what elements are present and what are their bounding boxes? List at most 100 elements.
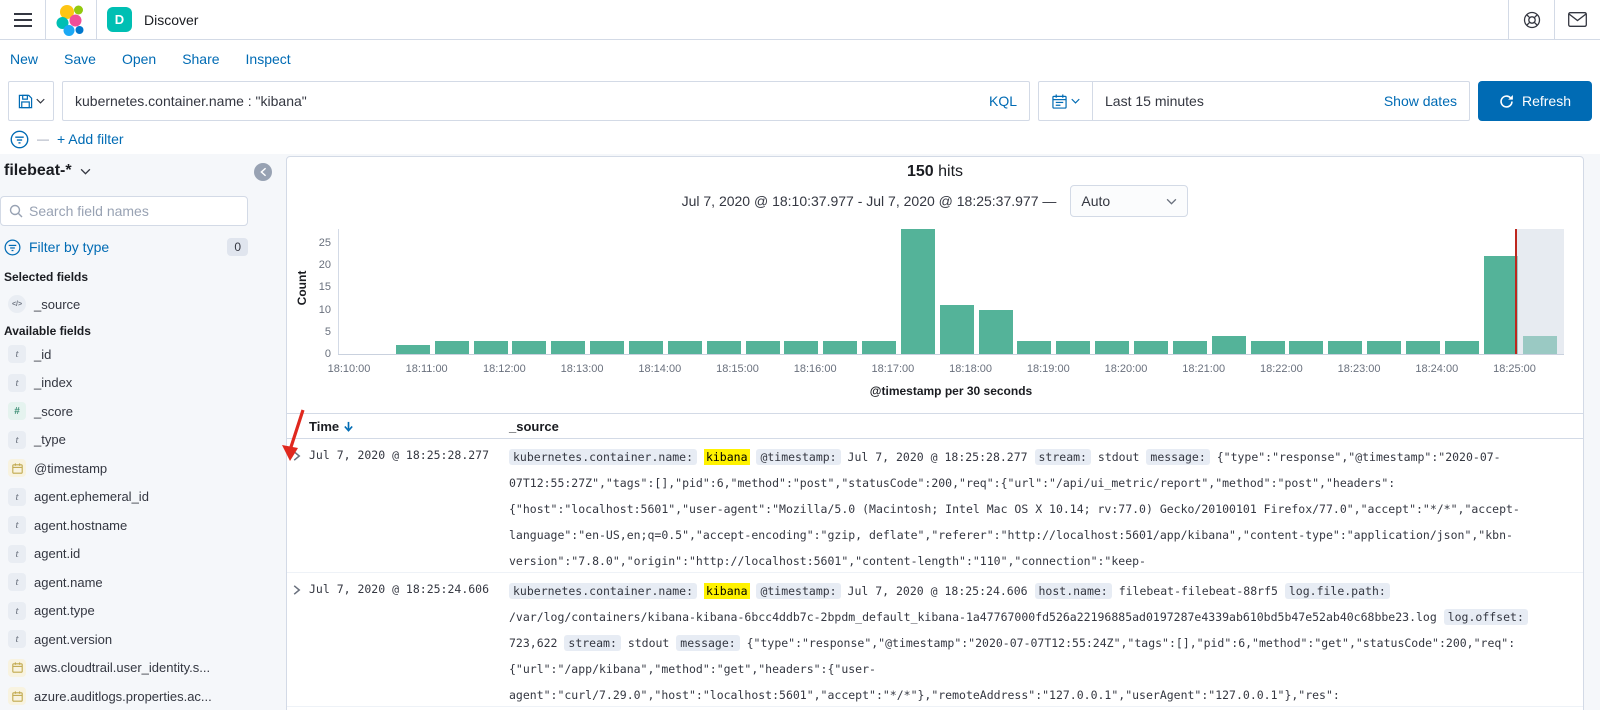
field-item-@timestamp[interactable]: @timestamp: [8, 456, 256, 480]
x-tick-label: 18:24:00: [1415, 363, 1459, 375]
source-field-badge: message:: [676, 635, 740, 651]
string-field-icon: t: [8, 601, 26, 620]
filter-menu-icon[interactable]: [10, 130, 29, 149]
histogram-bar[interactable]: [473, 340, 508, 354]
histogram-bar[interactable]: [1172, 340, 1207, 354]
date-picker-quick-menu[interactable]: [1039, 82, 1093, 120]
histogram-bar[interactable]: [628, 340, 663, 354]
source-field-badge: stream:: [1034, 449, 1091, 465]
filter-by-type-button[interactable]: Filter by type 0: [4, 238, 248, 256]
add-filter-button[interactable]: + Add filter: [57, 131, 124, 147]
menu-item-inspect[interactable]: Inspect: [246, 51, 291, 67]
histogram-bar[interactable]: [1289, 340, 1324, 354]
field-item-_type[interactable]: t _type: [8, 428, 256, 452]
histogram-bar[interactable]: [1405, 340, 1440, 354]
histogram-bar[interactable]: [551, 340, 586, 354]
field-item-agent.hostname[interactable]: t agent.hostname: [8, 513, 256, 537]
selected-fields-header: Selected fields: [4, 270, 89, 284]
sidebar-collapse-button[interactable]: [254, 163, 272, 181]
y-tick-label: 10: [318, 303, 331, 316]
histogram-bar[interactable]: [1250, 340, 1285, 354]
mail-icon: [1568, 12, 1587, 27]
menu-item-new[interactable]: New: [10, 51, 38, 67]
menu-item-save[interactable]: Save: [64, 51, 96, 67]
app-breadcrumb: D Discover: [97, 0, 208, 39]
field-item-_index[interactable]: t _index: [8, 371, 256, 395]
field-item-_score[interactable]: # _score: [8, 399, 256, 423]
histogram-bar[interactable]: [1134, 340, 1168, 354]
field-item-agent.version[interactable]: t agent.version: [8, 627, 256, 651]
x-axis-title: @timestamp per 30 seconds: [869, 384, 1033, 398]
x-tick-label: 18:21:00: [1182, 363, 1226, 375]
discover-main-panel: 150 hits Jul 7, 2020 @ 18:10:37.977 - Ju…: [282, 156, 1584, 710]
top-header: D Discover: [0, 0, 1600, 40]
field-item-agent.id[interactable]: t agent.id: [8, 542, 256, 566]
source-field-badge: stream:: [564, 635, 621, 651]
field-item-agent.ephemeral_id[interactable]: t agent.ephemeral_id: [8, 485, 256, 509]
saved-query-button[interactable]: [8, 81, 54, 121]
index-pattern-selector[interactable]: filebeat-*: [4, 162, 91, 180]
source-field-badge: host.name:: [1034, 583, 1112, 599]
histogram-bar[interactable]: [1095, 340, 1130, 354]
histogram-bar[interactable]: [745, 340, 780, 354]
histogram-bar[interactable]: [1056, 340, 1091, 354]
chevron-right-icon: [293, 451, 301, 461]
expand-row-button[interactable]: [291, 449, 302, 467]
row-source: kubernetes.container.name: kibana @times…: [509, 444, 1575, 574]
field-item-_source[interactable]: </> _source: [8, 292, 256, 316]
string-field-icon: t: [8, 573, 26, 591]
number-field-icon: #: [8, 402, 26, 420]
column-header-time[interactable]: Time: [309, 419, 354, 434]
refresh-icon: [1500, 94, 1513, 108]
source-value: 723,622: [509, 636, 558, 650]
histogram-bar[interactable]: [706, 340, 741, 354]
histogram-bar[interactable]: [512, 340, 547, 354]
field-item-aws.cloudtrail.user_identity.s...[interactable]: aws.cloudtrail.user_identity.s...: [8, 656, 256, 680]
menu-item-open[interactable]: Open: [122, 51, 156, 67]
histogram-bar[interactable]: [1017, 340, 1052, 354]
y-tick-label: 20: [318, 259, 331, 271]
field-name: azure.auditlogs.properties.ac...: [34, 688, 212, 704]
time-range-value[interactable]: Last 15 minutes: [1093, 93, 1384, 109]
source-field-icon: </>: [8, 295, 26, 313]
menu-hamburger-button[interactable]: [0, 0, 46, 39]
query-language-button[interactable]: KQL: [979, 93, 1017, 109]
histogram-bar[interactable]: [1367, 340, 1402, 354]
histogram-bar[interactable]: [900, 229, 935, 354]
hamburger-icon: [13, 12, 32, 27]
histogram-bar[interactable]: [1483, 256, 1518, 354]
histogram-bar[interactable]: [862, 340, 897, 354]
field-item-agent.type[interactable]: t agent.type: [8, 599, 256, 623]
help-button[interactable]: [1508, 0, 1554, 39]
histogram-bar[interactable]: [434, 340, 469, 354]
query-input[interactable]: [75, 93, 979, 109]
field-search-input[interactable]: [29, 203, 239, 219]
expand-row-button[interactable]: [291, 583, 302, 601]
histogram-bar[interactable]: [395, 345, 430, 354]
histogram-interval-select[interactable]: Auto: [1070, 185, 1189, 217]
histogram-bar[interactable]: [784, 340, 819, 354]
histogram-bar[interactable]: [939, 305, 974, 354]
histogram-bar[interactable]: [823, 340, 858, 354]
filter-count-badge: 0: [227, 238, 248, 256]
save-icon: [18, 94, 32, 108]
newsfeed-button[interactable]: [1554, 0, 1600, 39]
elastic-logo[interactable]: [46, 0, 97, 39]
field-item-_id[interactable]: t _id: [8, 342, 256, 366]
histogram-bar[interactable]: [978, 309, 1013, 354]
string-field-icon: t: [8, 373, 26, 392]
histogram-bar[interactable]: [590, 340, 625, 354]
histogram-bar[interactable]: [667, 340, 702, 354]
histogram-bar[interactable]: [1328, 340, 1363, 354]
menu-item-share[interactable]: Share: [182, 51, 219, 67]
histogram-bar[interactable]: [1211, 336, 1246, 354]
documents-table-body: Jul 7, 2020 @ 18:25:28.277 kubernetes.con…: [287, 439, 1583, 707]
content-area: filebeat-* Filter by type 0 Selected fie…: [0, 154, 1600, 710]
show-dates-button[interactable]: Show dates: [1384, 93, 1469, 109]
field-item-azure.auditlogs.properties.ac...[interactable]: azure.auditlogs.properties.ac...: [8, 684, 256, 708]
date-field-icon: [8, 658, 26, 677]
refresh-button[interactable]: Refresh: [1478, 81, 1592, 121]
histogram-bar[interactable]: [1444, 340, 1479, 354]
field-item-agent.name[interactable]: t agent.name: [8, 570, 256, 594]
field-name: _type: [34, 432, 66, 447]
